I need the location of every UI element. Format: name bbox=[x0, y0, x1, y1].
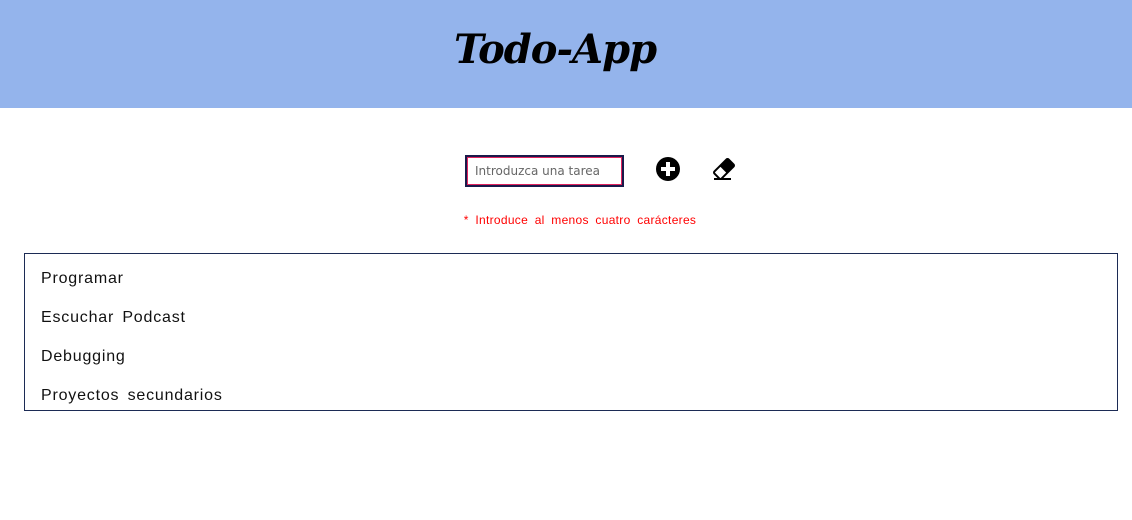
task-item[interactable]: Proyectos secundarios bbox=[41, 386, 223, 406]
validation-message: * Introduce al menos cuatro carácteres bbox=[463, 213, 697, 227]
eraser-icon bbox=[711, 156, 737, 182]
task-item[interactable]: Programar bbox=[41, 269, 124, 289]
clear-tasks-button[interactable] bbox=[711, 156, 737, 182]
app-header: Todo-App bbox=[0, 0, 1132, 108]
add-task-button[interactable] bbox=[655, 156, 681, 182]
task-item[interactable]: Escuchar Podcast bbox=[41, 308, 186, 328]
task-list: Programar Escuchar Podcast Debugging Pro… bbox=[24, 253, 1118, 411]
page-title: Todo-App bbox=[453, 26, 657, 73]
task-item[interactable]: Debugging bbox=[41, 347, 126, 367]
task-input[interactable] bbox=[465, 155, 624, 187]
plus-circle-icon bbox=[655, 156, 681, 182]
